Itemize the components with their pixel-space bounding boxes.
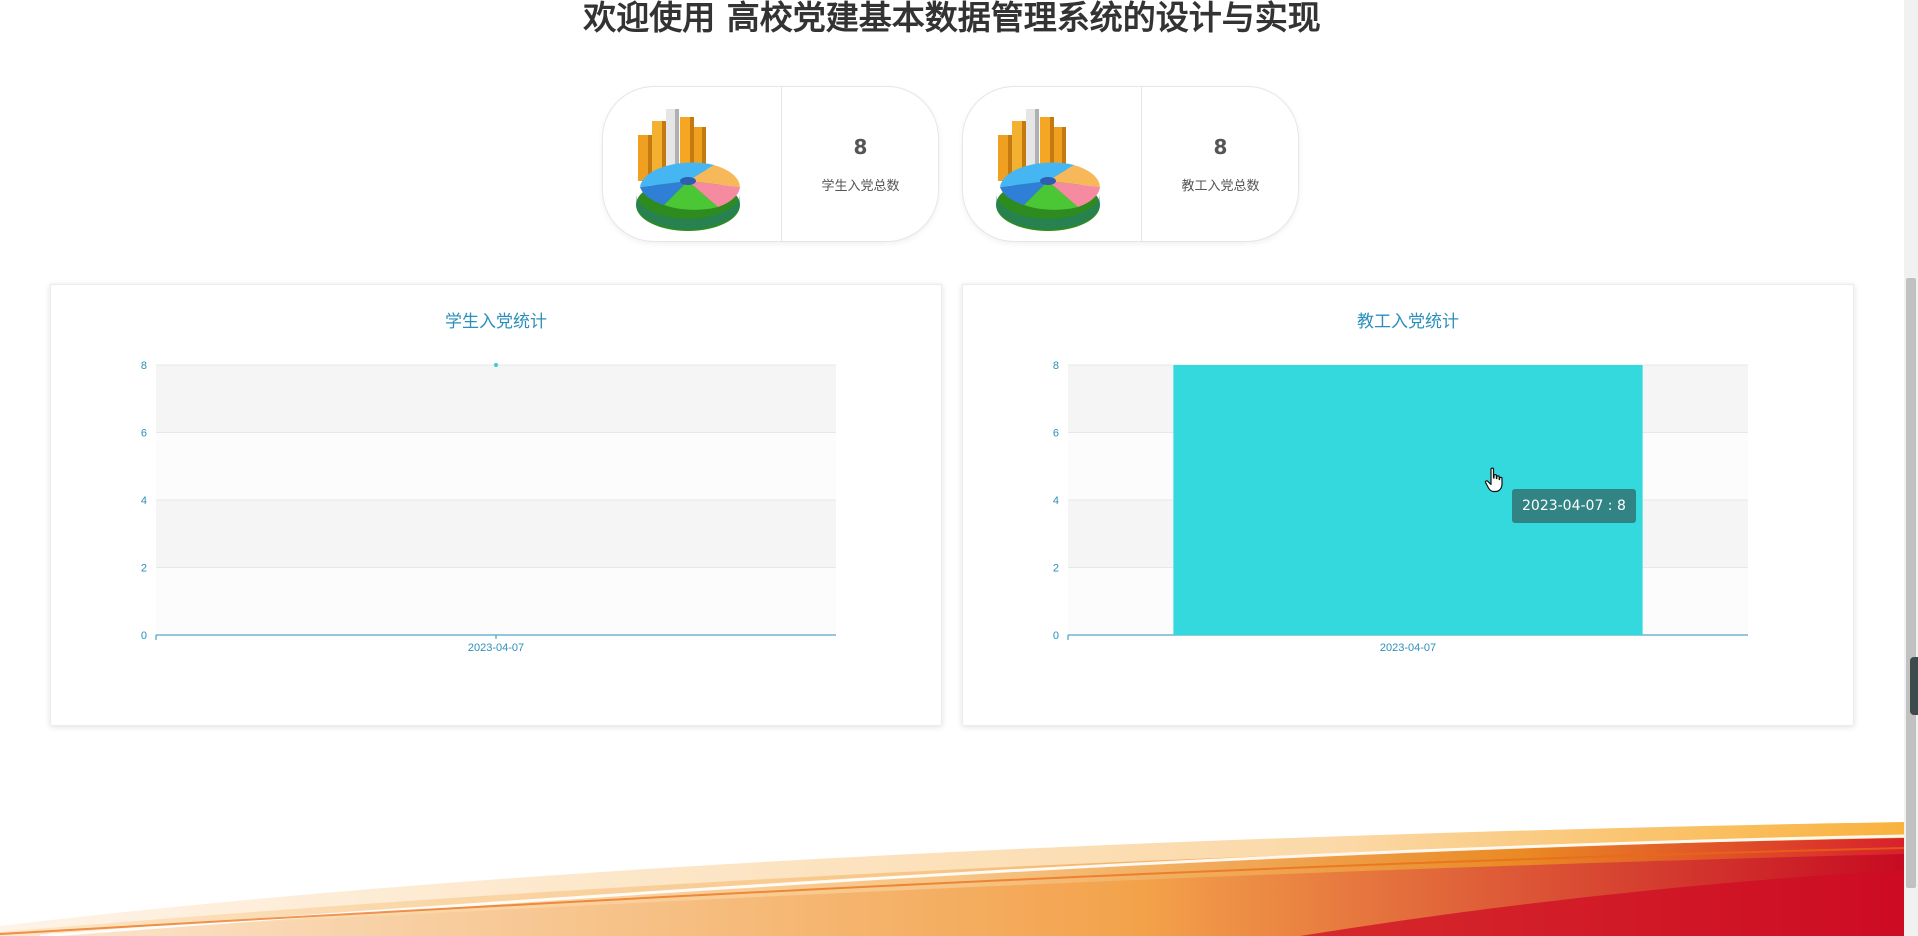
y-tick-label: 6: [141, 428, 147, 440]
grid-band: [156, 432, 836, 500]
y-tick-label: 4: [1053, 495, 1059, 507]
y-tick-label: 0: [1053, 630, 1059, 642]
y-tick-label: 8: [141, 360, 147, 372]
student-party-total-value: 8: [853, 135, 868, 159]
y-tick-label: 0: [141, 630, 147, 642]
grid-band: [156, 567, 836, 635]
staff-party-chart-panel: 教工入党统计 0 2 4 6 8 2023-04-07: [962, 284, 1854, 726]
staff-party-total-label: 教工入党总数: [1181, 179, 1260, 194]
page-scrollbar-thumb[interactable]: [1906, 278, 1916, 888]
student-party-stat-card: 8 学生入党总数: [602, 86, 939, 242]
student-party-chart-panel: 学生入党统计 0 2 4 6 8 2023-04-07: [50, 284, 942, 726]
y-tick-label: 8: [1053, 360, 1059, 372]
hand-cursor-icon: [1484, 467, 1503, 493]
y-tick-label: 6: [1053, 428, 1059, 440]
x-tick-label: 2023-04-07: [468, 642, 524, 654]
student-party-line-chart[interactable]: 0 2 4 6 8 2023-04-07: [51, 285, 941, 725]
student-party-total-label: 学生入党总数: [821, 179, 900, 194]
decorative-wave-banner: [0, 822, 1904, 936]
side-panel-handle[interactable]: [1910, 657, 1918, 715]
page-title: 欢迎使用 高校党建基本数据管理系统的设计与实现: [583, 0, 1321, 37]
staff-party-stat-card: 8 教工入党总数: [962, 86, 1299, 242]
chart-tooltip: 2023-04-07 : 8: [1512, 489, 1636, 523]
grid-band: [156, 500, 836, 568]
y-tick-label: 2: [141, 563, 147, 575]
dashboard-page: 欢迎使用 高校党建基本数据管理系统的设计与实现 8 学生入党总数 8 教工入党总…: [0, 0, 1918, 936]
pie-bar-chart-icon: [603, 87, 781, 241]
y-tick-label: 4: [141, 495, 147, 507]
staff-party-total-value: 8: [1213, 135, 1228, 159]
staff-party-bar-chart[interactable]: 0 2 4 6 8 2023-04-07: [963, 285, 1853, 725]
pie-bar-chart-icon: [963, 87, 1141, 241]
x-tick-label: 2023-04-07: [1380, 642, 1436, 654]
grid-band: [156, 365, 836, 433]
point-2023-04-07: [494, 363, 498, 367]
y-tick-label: 2: [1053, 563, 1059, 575]
